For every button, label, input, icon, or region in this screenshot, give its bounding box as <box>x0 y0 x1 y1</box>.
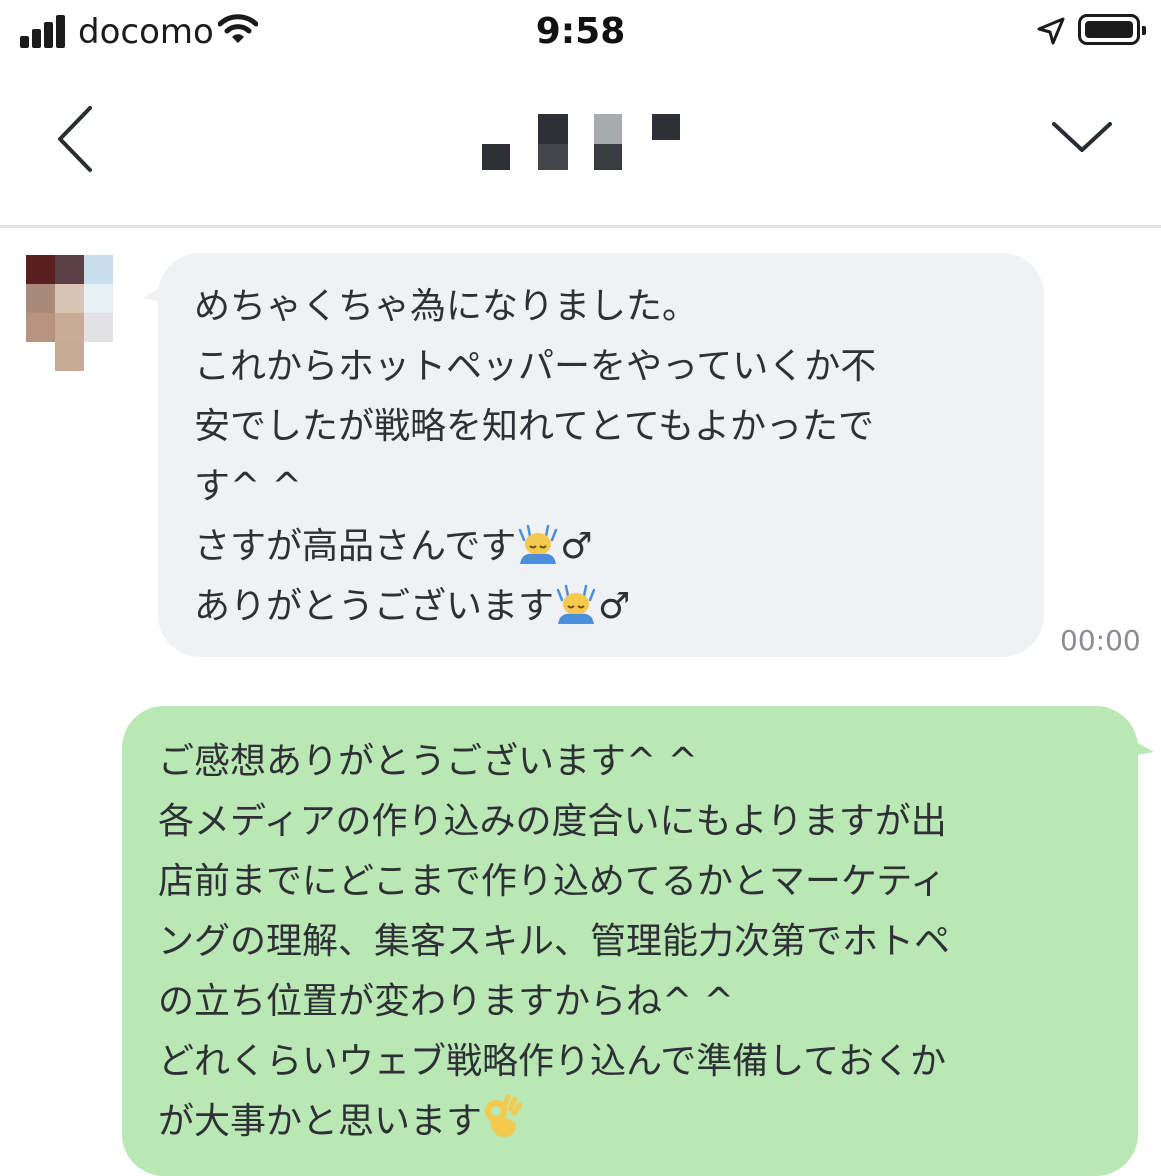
message-line: す^ ^ <box>194 466 302 507</box>
chevron-down-icon[interactable] <box>1050 118 1114 156</box>
message-line: ご感想ありがとうございます^ ^ <box>158 741 698 782</box>
outgoing-message-bubble[interactable]: ご感想ありがとうございます^ ^ 各メディアの作り込みの度合いにもよりますが出 … <box>122 706 1138 1176</box>
message-timestamp: 00:00 <box>1060 624 1141 657</box>
message-line: の立ち位置が変わりますからね^ ^ <box>158 981 734 1022</box>
message-line: めちゃくちゃ為になりました。 <box>194 286 699 327</box>
message-line: 各メディアの作り込みの度合いにもよりますが出 <box>158 801 947 842</box>
avatar[interactable] <box>26 255 128 371</box>
message-line: ングの理解、集客スキル、管理能力次第でホトペ <box>158 921 951 962</box>
chat-header <box>0 70 1161 226</box>
location-arrow-icon <box>1037 17 1065 45</box>
message-line: どれくらいウェブ戦略作り込んで準備しておくか <box>158 1041 947 1082</box>
battery-icon <box>1078 14 1146 45</box>
header-divider <box>0 225 1161 228</box>
contact-name-mosaic[interactable] <box>0 70 1161 226</box>
message-text: ありがとうございます <box>194 586 555 627</box>
person-bowing-emoji-icon <box>556 584 596 624</box>
message-line: これからホットペッパーをやっていくか不 <box>194 346 877 387</box>
male-sign: ♂ <box>560 526 593 567</box>
message-line: さすが高品さんです ♂ <box>194 517 1044 577</box>
ok-hand-emoji-icon <box>485 1095 523 1137</box>
message-text: さすが高品さんです <box>194 526 517 567</box>
clock: 9:58 <box>535 11 626 52</box>
message-line: 店前までにどこまで作り込めてるかとマーケティ <box>158 861 947 902</box>
male-sign: ♂ <box>598 586 631 627</box>
status-bar: docomo 9:58 <box>0 0 1161 70</box>
message-text: が大事かと思います <box>158 1101 483 1142</box>
message-line: ありがとうございます ♂ <box>194 577 1044 637</box>
message-line: 安でしたが戦略を知れてとてもよかったで <box>194 406 875 447</box>
incoming-message-bubble[interactable]: めちゃくちゃ為になりました。 これからホットペッパーをやっていくか不 安でしたが… <box>158 253 1044 657</box>
person-bowing-emoji-icon <box>518 524 558 564</box>
message-line: が大事かと思います <box>158 1092 1138 1152</box>
